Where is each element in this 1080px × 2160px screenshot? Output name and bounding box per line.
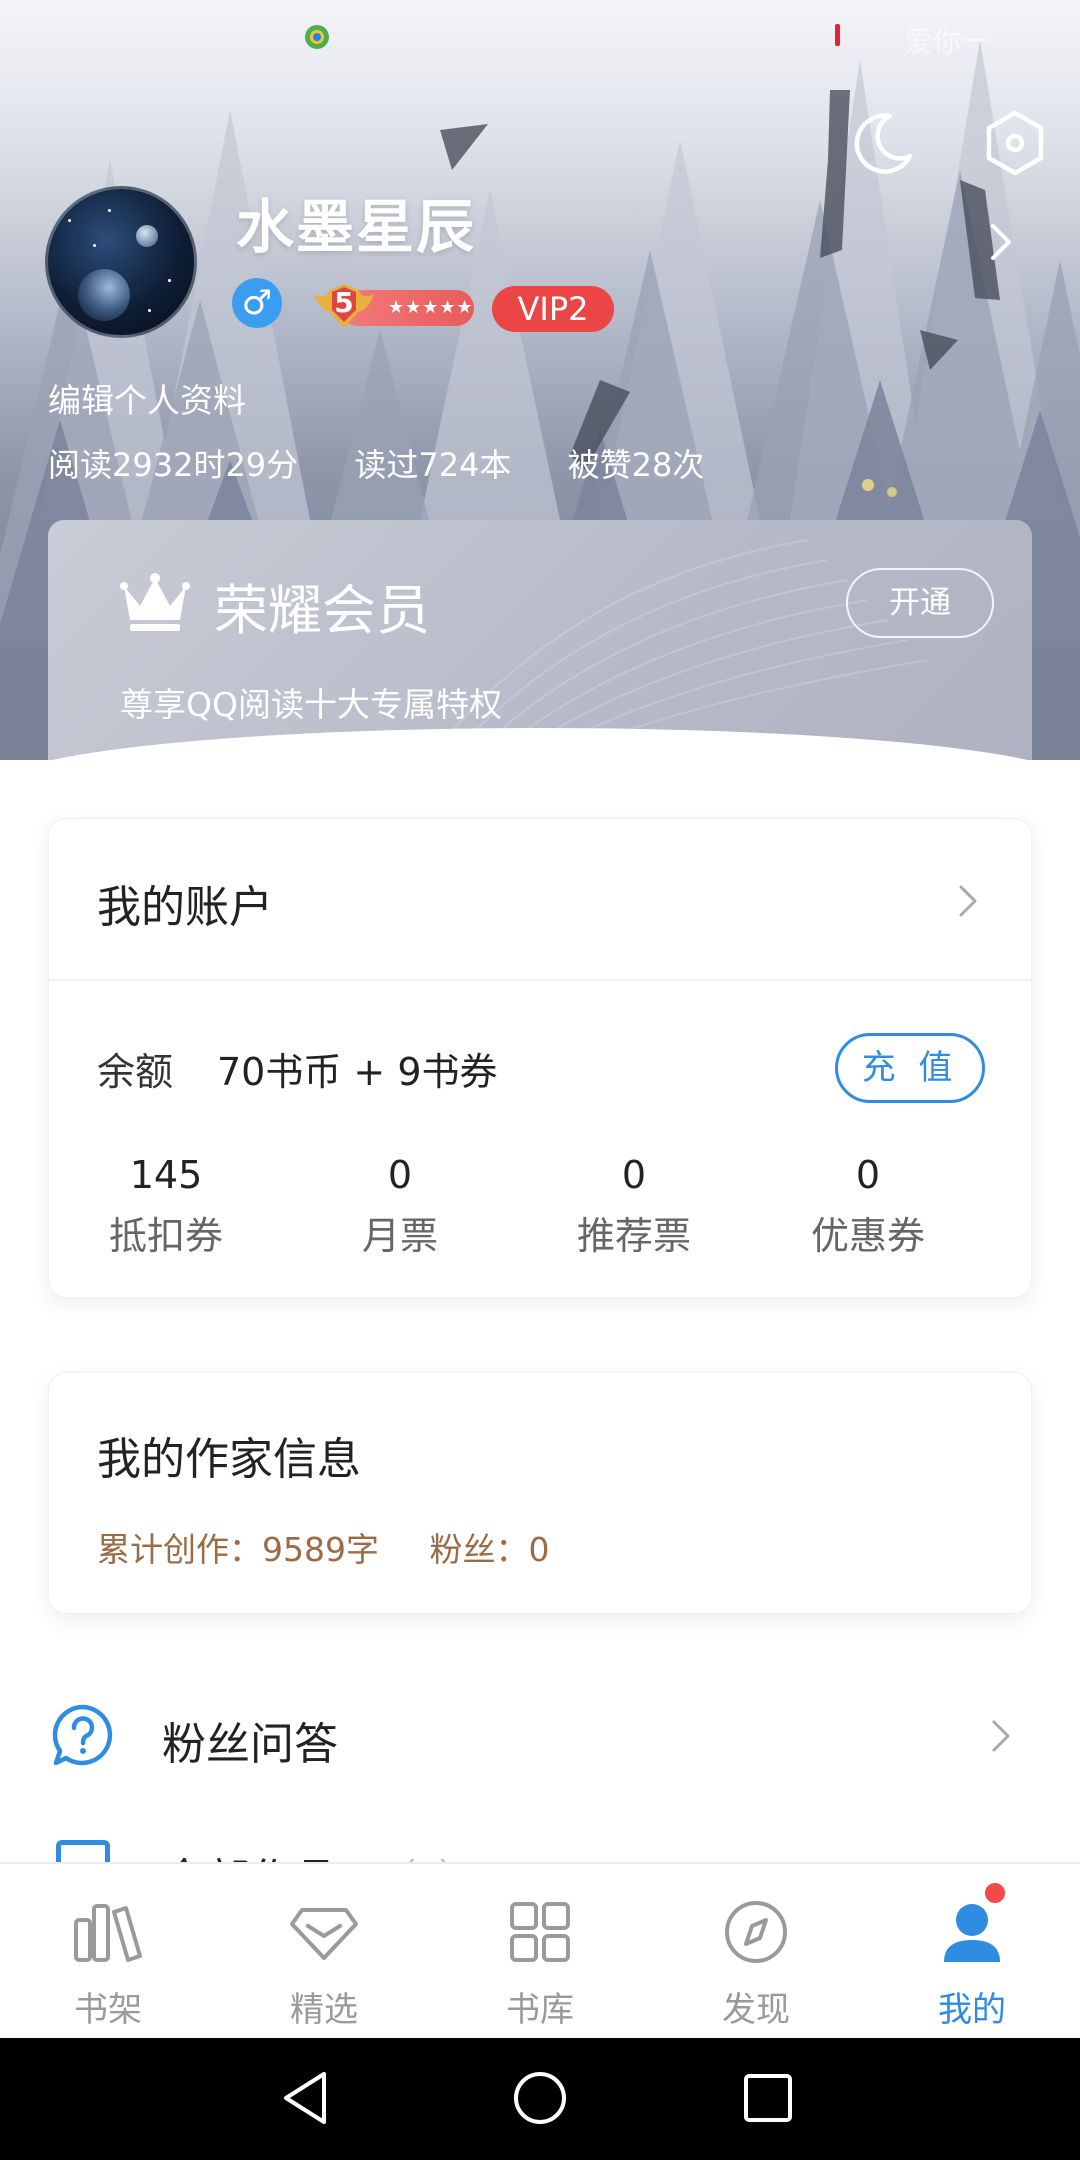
night-mode-icon[interactable]: [850, 110, 916, 176]
reading-time: 阅读2932时29分: [48, 446, 299, 484]
avatar-moon: [136, 225, 158, 247]
open-membership-button[interactable]: 开通: [846, 568, 994, 638]
membership-subtitle: 尊享QQ阅读十大专属特权: [120, 685, 502, 724]
writer-fans-count: 粉丝：0: [429, 1530, 550, 1569]
nav-label: 书库: [506, 1990, 574, 2030]
likes-count: 被赞28次: [567, 446, 705, 484]
nav-featured[interactable]: 精选: [216, 1864, 432, 2040]
grid-icon: [510, 1902, 570, 1962]
works-list-icon: [56, 1840, 110, 1862]
avatar-star: [93, 244, 96, 247]
membership-card[interactable]: 荣耀会员 尊享QQ阅读十大专属特权 开通: [48, 520, 1032, 760]
stat-value: 0: [855, 1153, 881, 1197]
menu-item-fans-qa[interactable]: 粉丝问答: [0, 1680, 1080, 1800]
writer-info-card[interactable]: 我的作家信息 累计创作：9589字 粉丝：0: [48, 1372, 1032, 1614]
writer-info-title: 我的作家信息: [97, 1434, 361, 1485]
question-bubble-icon: [52, 1704, 113, 1766]
nav-library[interactable]: 书库: [432, 1864, 648, 2040]
stat-discount-coupon[interactable]: 0 优惠券: [751, 1153, 985, 1260]
stat-value: 145: [129, 1153, 203, 1197]
edit-profile-link[interactable]: 编辑个人资料: [48, 374, 246, 422]
stat-deduction-coupon[interactable]: 145 抵扣券: [49, 1153, 283, 1260]
status-indicator: [835, 24, 840, 46]
recents-icon[interactable]: [738, 2068, 798, 2128]
balance-label: 余额: [97, 1050, 174, 1094]
male-gender-icon: ♂: [232, 278, 282, 328]
menu-item-all-works[interactable]: 全部作品 （1）: [0, 1830, 1080, 1862]
divider: [49, 979, 1033, 981]
stat-recommend-ticket[interactable]: 0 推荐票: [517, 1153, 751, 1260]
bottom-navigation: 书架 精选 书库 发现 我的: [0, 1862, 1080, 2038]
stat-monthly-ticket[interactable]: 0 月票: [283, 1153, 517, 1260]
nav-mine[interactable]: 我的: [864, 1864, 1080, 2040]
balance-value: 70书币 + 9书券: [217, 1050, 498, 1094]
home-icon[interactable]: [510, 2068, 570, 2128]
status-text: 爱你一: [905, 25, 990, 58]
nav-bookshelf[interactable]: 书架: [0, 1864, 216, 2040]
nav-label: 发现: [722, 1990, 790, 2030]
nav-label: 书架: [74, 1990, 142, 2030]
stat-label: 月票: [361, 1214, 438, 1258]
membership-title: 荣耀会员: [214, 579, 430, 642]
recharge-button[interactable]: 充 值: [835, 1033, 985, 1103]
writer-word-count: 累计创作：9589字: [97, 1530, 379, 1569]
writer-stats: 累计创作：9589字 粉丝：0: [97, 1523, 589, 1571]
nav-discover[interactable]: 发现: [648, 1864, 864, 2040]
stat-label: 优惠券: [810, 1214, 925, 1258]
profile-chevron-right-icon[interactable]: [985, 220, 1015, 264]
avatar-star: [148, 309, 151, 312]
settings-icon[interactable]: [980, 108, 1050, 178]
books-read: 读过724本: [354, 446, 512, 484]
notification-dot: [982, 1880, 1008, 1906]
crown-icon: [120, 573, 190, 631]
avatar-planet: [78, 269, 130, 321]
level-stars: ★★★★★: [388, 297, 474, 318]
vip-badge[interactable]: VIP2: [492, 286, 614, 332]
status-app-icon: [305, 25, 329, 49]
stat-label: 推荐票: [576, 1214, 691, 1258]
reading-stats: 阅读2932时29分 读过724本 被赞28次: [48, 440, 750, 486]
user-icon: [944, 1904, 1000, 1962]
avatar-star: [168, 279, 171, 282]
works-count: （1）: [380, 1848, 475, 1862]
nav-label: 我的: [938, 1990, 1006, 2030]
username[interactable]: 水墨星辰: [236, 180, 476, 264]
nav-label: 精选: [290, 1990, 358, 2030]
menu-item-label: 全部作品: [162, 1844, 338, 1862]
stat-label: 抵扣券: [108, 1214, 223, 1258]
chevron-right-icon: [992, 1720, 1010, 1752]
avatar-star: [68, 219, 71, 222]
system-navigation-bar: [0, 2038, 1080, 2160]
account-title[interactable]: 我的账户: [97, 871, 273, 935]
gem-icon: [290, 1908, 358, 1960]
avatar[interactable]: [45, 186, 197, 338]
back-icon[interactable]: [278, 2068, 338, 2128]
bookshelf-icon: [74, 1904, 142, 1962]
account-card: 我的账户 余额 70书币 + 9书券 充 值 145 抵扣券 0 月票 0 推荐…: [48, 818, 1033, 1298]
stat-value: 0: [621, 1153, 647, 1197]
avatar-star: [108, 209, 111, 212]
level-number: 5: [334, 286, 354, 319]
compass-icon: [725, 1901, 787, 1963]
stat-value: 0: [387, 1153, 413, 1197]
menu-item-label: 粉丝问答: [162, 1719, 338, 1770]
account-chevron-right-icon[interactable]: [955, 881, 981, 921]
